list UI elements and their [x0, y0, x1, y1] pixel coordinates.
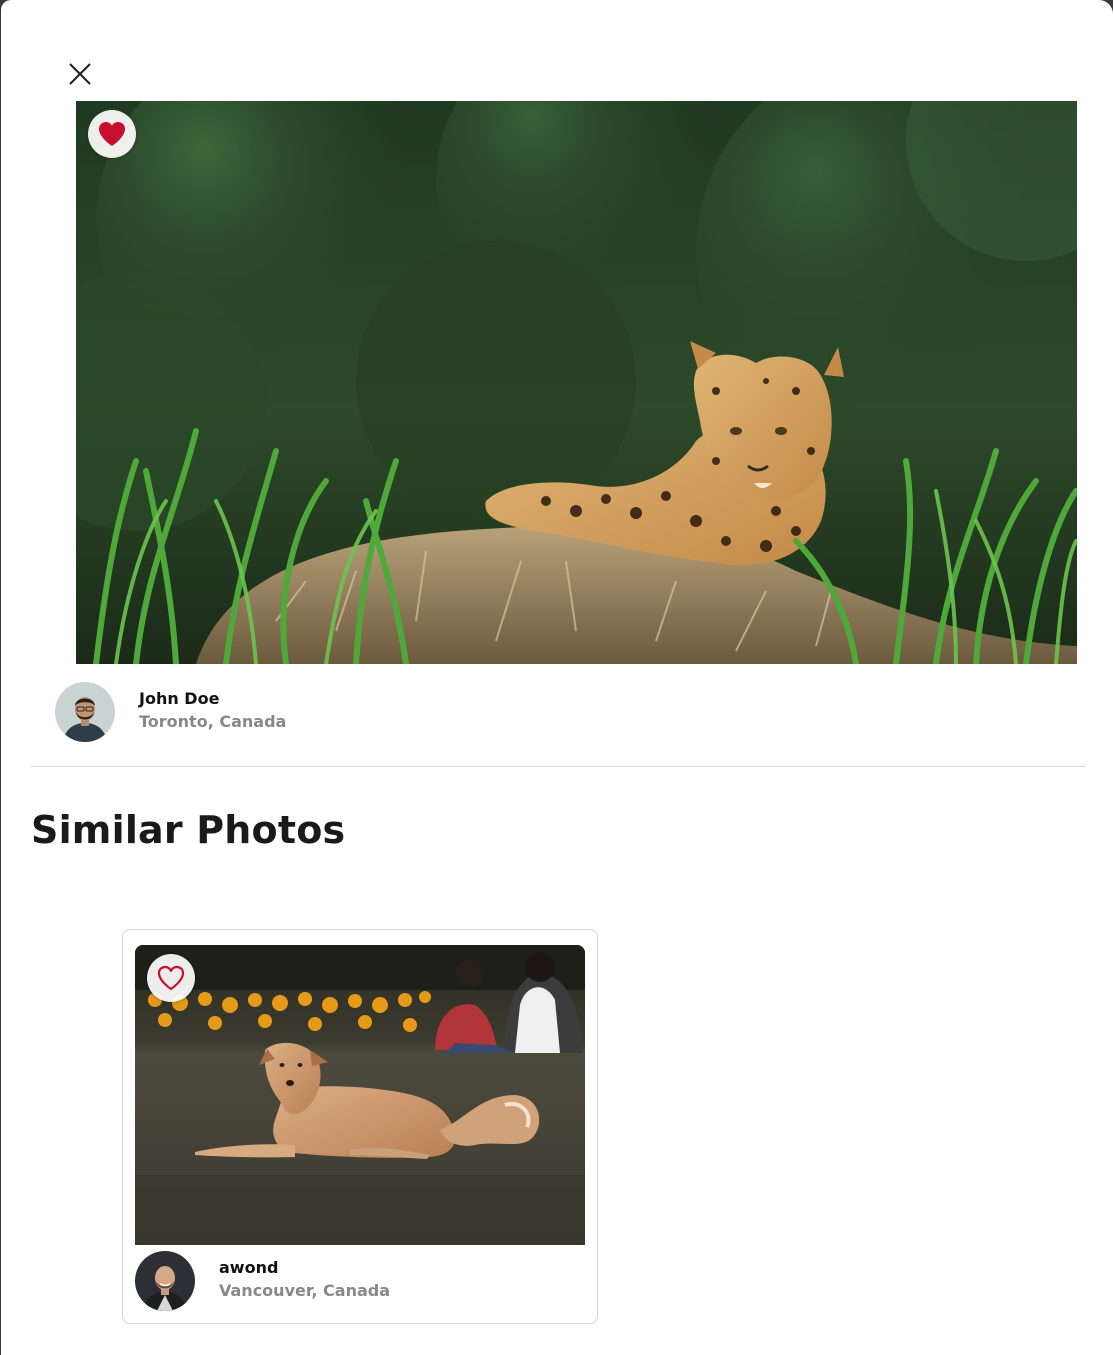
heart-filled-icon: [99, 122, 125, 146]
dog-photo: [135, 945, 585, 1245]
avatar[interactable]: [135, 1251, 195, 1311]
close-button[interactable]: [65, 59, 95, 89]
heart-outline-icon: [157, 965, 185, 991]
card-photo[interactable]: [135, 945, 585, 1245]
avatar[interactable]: [55, 682, 115, 742]
author-name[interactable]: John Doe: [139, 687, 286, 710]
jaguar-photo: [76, 101, 1077, 664]
card-author[interactable]: awond Vancouver, Canada: [135, 1251, 390, 1311]
hero-photo[interactable]: [76, 101, 1077, 664]
section-title: Similar Photos: [31, 808, 346, 852]
photo-modal: John Doe Toronto, Canada Similar Photos: [1, 0, 1113, 1355]
avatar-image: [135, 1251, 195, 1311]
photo-card[interactable]: awond Vancouver, Canada: [122, 929, 598, 1324]
author-location: Vancouver, Canada: [219, 1281, 391, 1300]
like-button[interactable]: [88, 110, 136, 158]
photo-author[interactable]: John Doe Toronto, Canada: [55, 682, 286, 742]
author-location: Toronto, Canada: [139, 712, 287, 731]
divider: [31, 766, 1086, 767]
author-name[interactable]: awond: [219, 1256, 390, 1279]
avatar-image: [55, 682, 115, 742]
close-icon: [69, 63, 91, 85]
like-button[interactable]: [147, 954, 195, 1002]
